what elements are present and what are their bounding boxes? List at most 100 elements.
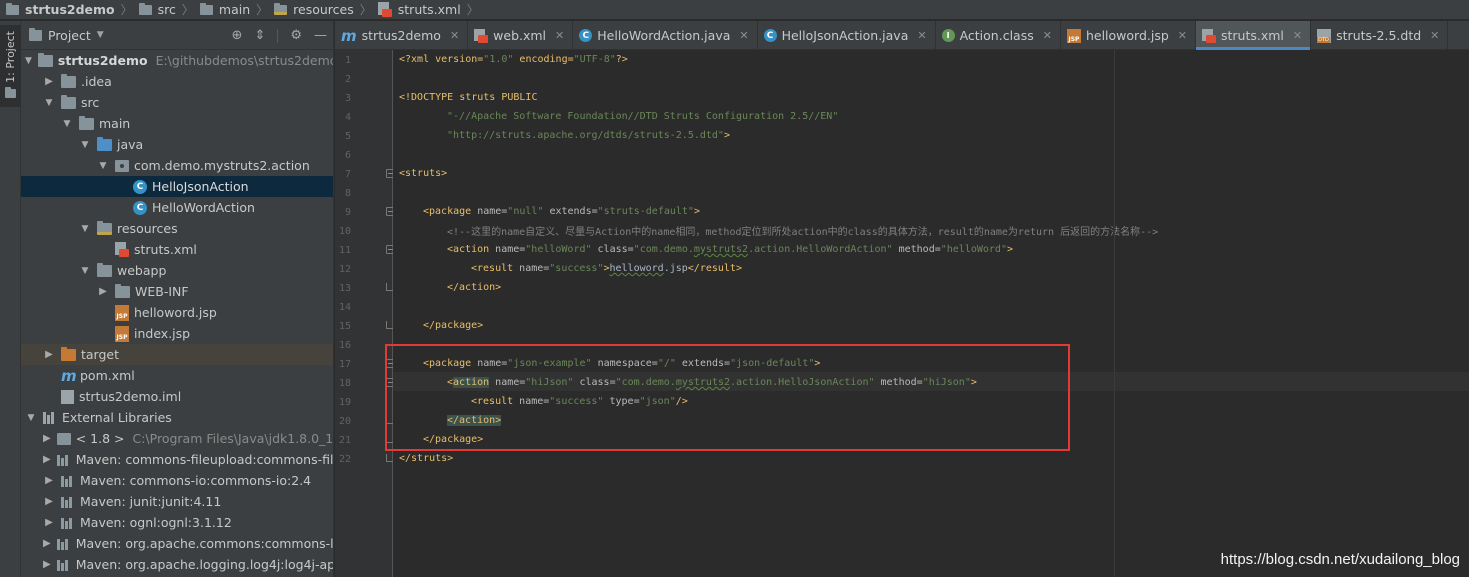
gear-icon[interactable]: ⚙ [290,28,302,43]
line-number: 10 [338,226,351,237]
collapse-arrow-icon[interactable] [43,475,55,486]
tree-item-hellojsonaction[interactable]: C HelloJsonAction [21,176,333,197]
attr-value: "success" [549,263,604,274]
expand-arrow-icon[interactable] [79,139,91,150]
tree-item-label: Maven: org.apache.commons:commons-lan [75,536,333,551]
tab-hellowordaction-java[interactable]: C HelloWordAction.java ✕ [573,21,758,50]
attr-value: "null" [507,206,544,217]
tab-web-xml[interactable]: web.xml ✕ [468,21,574,50]
attr-value: .action.HelloJsonAction" [730,377,875,388]
tree-item-package[interactable]: com.demo.mystruts2.action [21,155,333,176]
tab-label: struts.xml [1221,28,1284,43]
attr-value: "helloWord" [525,244,592,255]
line-number: 12 [338,264,351,275]
tree-item-label: pom.xml [80,368,135,383]
minimize-icon[interactable]: — [314,28,327,43]
close-icon[interactable]: ✕ [450,29,459,42]
breadcrumb-item-main[interactable]: main [199,2,250,17]
tree-item-library[interactable]: Maven: org.apache.commons:commons-lan [21,533,333,554]
expand-arrow-icon[interactable] [61,118,73,129]
tree-item-library[interactable]: Maven: org.apache.logging.log4j:log4j-ap… [21,554,333,575]
tree-item-external-libraries[interactable]: External Libraries [21,407,333,428]
collapse-arrow-icon[interactable] [43,454,51,465]
collapse-arrow-icon[interactable] [43,559,51,570]
collapse-arrow-icon[interactable] [43,76,55,87]
close-icon[interactable]: ✕ [1178,29,1187,42]
line-number: 22 [338,454,351,465]
tree-item-resources[interactable]: resources [21,218,333,239]
project-tool-tab[interactable]: 1: Project [0,25,21,107]
close-icon[interactable]: ✕ [1430,29,1439,42]
folder-icon [61,94,76,109]
tree-item-idea[interactable]: .idea [21,71,333,92]
expand-arrow-icon[interactable] [25,55,32,66]
tree-item-webapp[interactable]: webapp [21,260,333,281]
code-editor[interactable]: <?xml version= "1.0" encoding= "UTF-8" ?> <… [393,50,1469,577]
tab-helloword-jsp[interactable]: JSP helloword.jsp ✕ [1061,21,1196,50]
tree-item-src[interactable]: src [21,92,333,113]
folder-icon [138,2,152,15]
attr-value: "com.demo. [615,377,676,388]
tab-strtus2demo[interactable]: m strtus2demo ✕ [335,21,469,50]
tree-item-struts-xml[interactable]: struts.xml [21,239,333,260]
collapse-arrow-icon[interactable] [43,517,55,528]
tree-item-hellowordaction[interactable]: C HelloWordAction [21,197,333,218]
tree-item-target[interactable]: target [21,344,333,365]
tree-item-project-root[interactable]: strtus2demo E:\githubdemos\strtus2demo [21,50,333,71]
tab-struts-xml[interactable]: struts.xml ✕ [1196,21,1312,50]
tree-item-library[interactable]: Maven: junit:junit:4.11 [21,491,333,512]
tree-item-pom-xml[interactable]: m pom.xml [21,365,333,386]
breadcrumb-item-src[interactable]: src [138,2,176,17]
collapse-arrow-icon[interactable] [43,496,55,507]
expand-arrow-icon[interactable] [79,265,91,276]
editor-gutter[interactable]: 1 2 3 4 5 6 7 8 9 10 11 12 13 14 15 16 1… [335,50,417,577]
chevron-down-icon[interactable]: ▼ [97,30,104,40]
tree-item-path: E:\githubdemos\strtus2demo [155,53,333,68]
tree-item-library[interactable]: Maven: ognl:ognl:3.1.12 [21,512,333,533]
expand-arrow-icon[interactable] [43,97,55,108]
expand-arrow-icon[interactable] [79,223,91,234]
breadcrumb-item-resources[interactable]: resources [274,2,354,17]
tree-item-iml[interactable]: strtus2demo.iml [21,386,333,407]
folder-icon [5,86,16,98]
collapse-arrow-icon[interactable] [43,349,55,360]
text-spellcheck: helloword [609,263,664,274]
tree-item-path: C:\Program Files\Java\jdk1.8.0_181 [132,431,333,446]
collapse-arrow-icon[interactable] [43,538,51,549]
jar-icon [56,559,71,571]
expand-arrow-icon[interactable] [25,412,37,423]
tree-item-jdk[interactable]: < 1.8 > C:\Program Files\Java\jdk1.8.0_1… [21,428,333,449]
close-icon[interactable]: ✕ [1293,29,1302,42]
tree-item-library[interactable]: Maven: commons-fileupload:commons-fileu [21,449,333,470]
close-icon[interactable]: ✕ [917,29,926,42]
tab-hellojsonaction-java[interactable]: C HelloJsonAction.java ✕ [758,21,936,50]
tab-label: web.xml [493,28,547,43]
tree-item-java[interactable]: java [21,134,333,155]
collapse-arrow-icon[interactable] [43,433,51,444]
resources-folder-icon [97,220,112,235]
collapse-all-icon[interactable]: ⇕ [254,28,265,43]
tree-item-web-inf[interactable]: WEB-INF [21,281,333,302]
breadcrumb-item-struts-xml[interactable]: struts.xml [377,1,461,18]
tab-action-class[interactable]: I Action.class ✕ [936,21,1061,50]
tree-item-label: resources [117,221,178,236]
tab-struts-dtd[interactable]: struts-2.5.dtd ✕ [1311,21,1449,50]
attr-value-spellcheck: mystruts2 [675,377,731,388]
tree-item-library[interactable]: Maven: commons-io:commons-io:2.4 [21,470,333,491]
close-icon[interactable]: ✕ [739,29,748,42]
tag: </package> [423,434,484,445]
chevron-right-icon: 〉 [181,3,194,17]
tree-item-index-jsp[interactable]: JSP index.jsp [21,323,333,344]
breadcrumb: strtus2demo 〉 src 〉 main 〉 resources 〉 s… [0,0,1469,20]
line-number: 1 [344,55,351,66]
expand-arrow-icon[interactable] [97,160,109,171]
breadcrumb-item-project[interactable]: strtus2demo [6,2,115,17]
close-icon[interactable]: ✕ [555,29,564,42]
project-panel-title[interactable]: Project [48,28,91,43]
tree-item-label: Maven: ognl:ognl:3.1.12 [80,515,232,530]
locate-icon[interactable]: ⊕ [232,28,243,43]
tree-item-main[interactable]: main [21,113,333,134]
collapse-arrow-icon[interactable] [97,286,109,297]
close-icon[interactable]: ✕ [1043,29,1052,42]
tree-item-helloword-jsp[interactable]: JSP helloword.jsp [21,302,333,323]
